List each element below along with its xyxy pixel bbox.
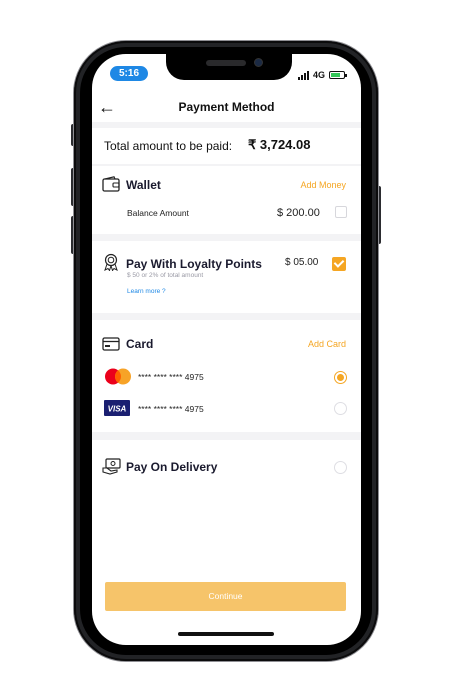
pod-radio[interactable] [334,461,347,474]
medal-icon [102,253,120,276]
card-number-1: **** **** **** 4975 [138,372,204,382]
signal-icon [298,70,309,80]
add-card-link[interactable]: Add Card [308,339,346,349]
card-2-radio[interactable] [334,402,347,415]
loyalty-section: Pay With Loyalty Points $ 05.00 $ 50 or … [92,241,361,313]
loyalty-checkbox[interactable] [332,257,346,271]
card-title: Card [126,337,154,351]
visa-icon: VISA [104,400,130,421]
loyalty-note: $ 50 or 2% of total amount [127,272,204,279]
card-1-radio[interactable] [334,371,347,384]
total-amount: ₹ 3,724.08 [248,137,311,152]
loyalty-title: Pay With Loyalty Points [126,257,262,271]
wallet-checkbox[interactable] [335,206,347,218]
wallet-title: Wallet [126,178,161,192]
pod-title: Pay On Delivery [126,460,218,474]
mastercard-icon [104,368,132,390]
home-indicator [178,632,274,636]
speaker [206,60,246,66]
visa-logo-text: VISA [108,405,127,414]
wallet-section: Wallet Add Money Balance Amount $ 200.00 [92,166,361,234]
balance-value: $ 200.00 [277,207,320,219]
balance-label: Balance Amount [127,208,189,218]
network-label: 4G [313,70,326,80]
card-section: Card Add Card **** **** **** 4975 VISA *… [92,320,361,432]
battery-icon [329,71,348,79]
total-amount-bar: Total amount to be paid: ₹ 3,724.08 [92,128,361,164]
card-icon [102,337,120,356]
status-indicators: 4G [298,68,348,82]
app-header: ← Payment Method [92,92,361,122]
add-money-link[interactable]: Add Money [300,180,346,190]
pay-on-delivery-section[interactable]: Pay On Delivery [92,440,361,572]
page-title: Payment Method [178,100,275,114]
camera [254,58,263,67]
cash-delivery-icon [102,458,122,480]
total-label: Total amount to be paid: [104,139,233,153]
loyalty-value: $ 05.00 [285,257,319,268]
card-number-2: **** **** **** 4975 [138,404,204,414]
learn-more-link[interactable]: Learn more ? [127,288,166,295]
notch [166,52,292,80]
wallet-icon [102,176,120,197]
continue-button[interactable]: Continue [105,582,346,611]
status-time: 5:16 [110,66,148,81]
